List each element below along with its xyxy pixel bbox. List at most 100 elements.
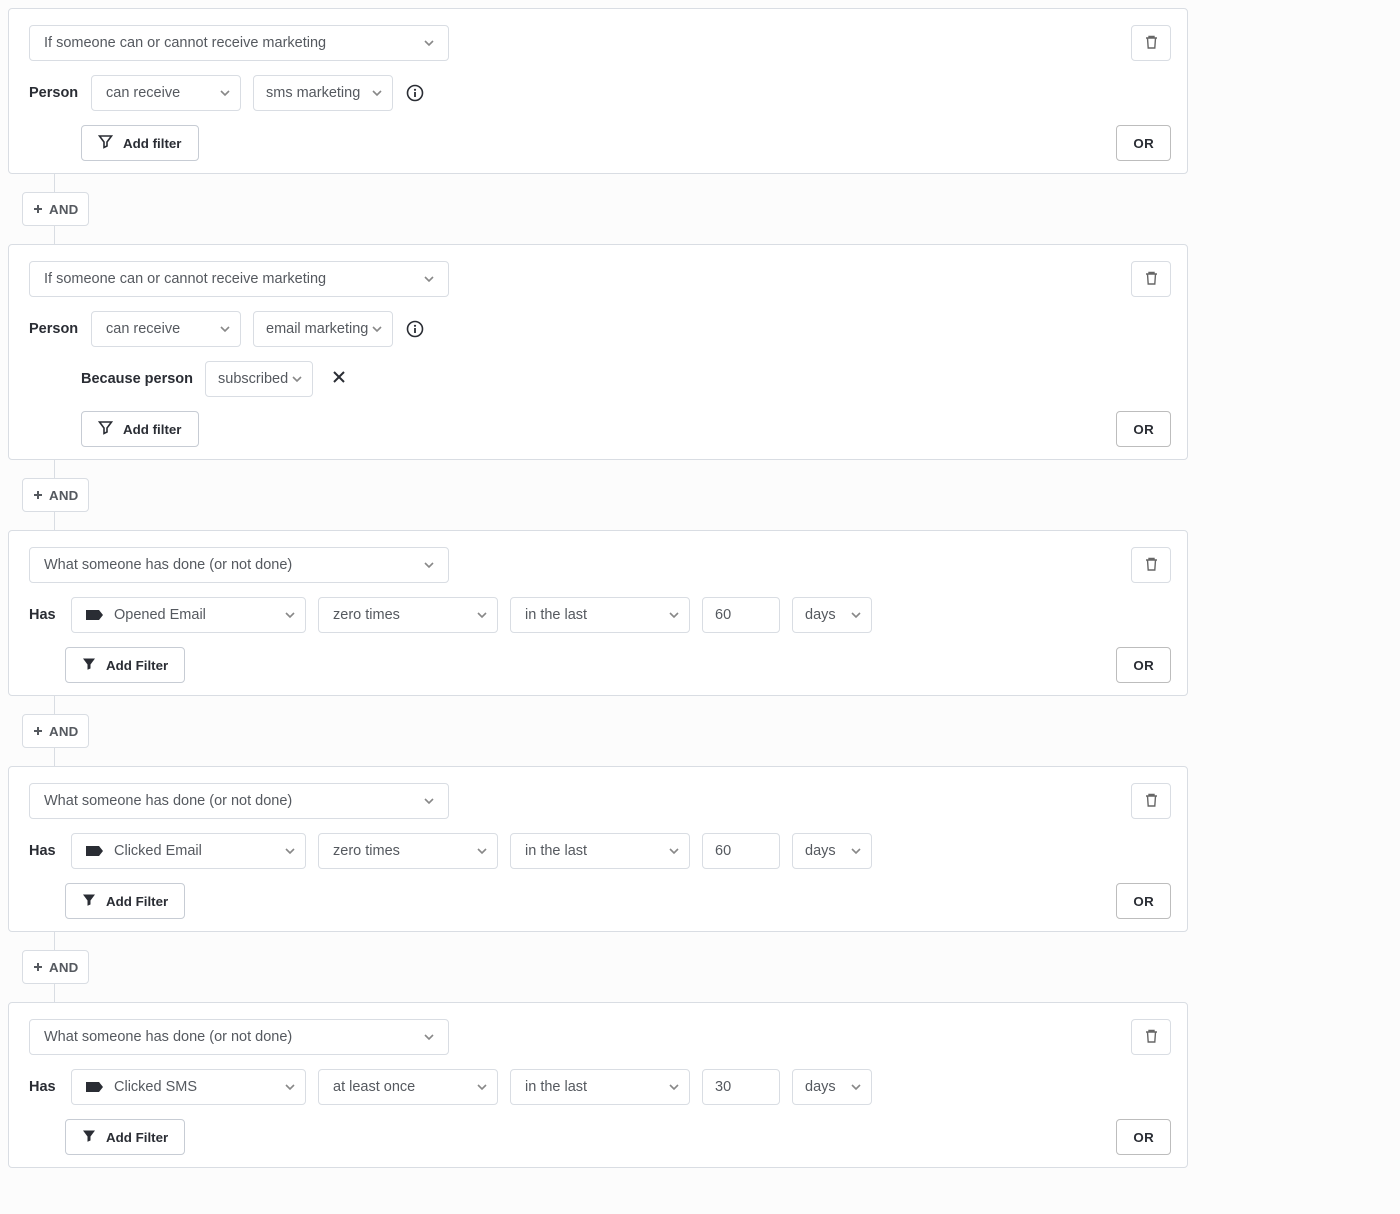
add-filter-button[interactable]: Add Filter [65,647,185,683]
chevron-down-icon [372,324,382,334]
or-button[interactable]: OR [1116,883,1171,919]
metric-select[interactable]: Clicked Email [71,833,306,869]
range-value: in the last [525,607,587,623]
because-select[interactable]: subscribed [205,361,313,397]
count-value: at least once [333,1079,415,1095]
funnel-solid-icon [82,657,96,674]
trash-icon [1144,792,1159,811]
amount-input[interactable] [702,597,780,633]
add-filter-label: Add Filter [106,1130,168,1145]
and-connector: AND [36,174,1188,244]
chevron-down-icon [851,1082,861,1092]
delete-button[interactable] [1131,261,1171,297]
chevron-down-icon [424,38,434,48]
add-filter-button[interactable]: Add Filter [65,883,185,919]
condition-type-label: If someone can or cannot receive marketi… [44,35,326,51]
condition-type-select[interactable]: What someone has done (or not done) [29,547,449,583]
unit-select[interactable]: days [792,833,872,869]
range-select[interactable]: in the last [510,597,690,633]
and-button[interactable]: AND [22,714,89,748]
chevron-down-icon [285,846,295,856]
condition-group: If someone can or cannot receive marketi… [8,8,1188,174]
range-select[interactable]: in the last [510,833,690,869]
unit-select[interactable]: days [792,1069,872,1105]
metric-select[interactable]: Clicked SMS [71,1069,306,1105]
range-select[interactable]: in the last [510,1069,690,1105]
chevron-down-icon [220,324,230,334]
metric-select[interactable]: Opened Email [71,597,306,633]
because-label: Because person [81,371,193,387]
condition-group: What someone has done (or not done) Has … [8,530,1188,696]
chevron-down-icon [669,846,679,856]
and-connector: AND [36,932,1188,1002]
funnel-solid-icon [82,893,96,910]
condition-type-select[interactable]: What someone has done (or not done) [29,1019,449,1055]
remove-because-button[interactable] [325,365,353,393]
condition-group: What someone has done (or not done) Has … [8,1002,1188,1168]
delete-button[interactable] [1131,1019,1171,1055]
amount-input[interactable] [702,1069,780,1105]
add-filter-label: Add Filter [106,658,168,673]
add-filter-button[interactable]: Add Filter [65,1119,185,1155]
chevron-down-icon [424,560,434,570]
metric-value: Clicked SMS [114,1079,197,1095]
condition-group: If someone can or cannot receive marketi… [8,244,1188,460]
verb-select[interactable]: can receive [91,311,241,347]
plus-icon [33,202,43,217]
count-select[interactable]: at least once [318,1069,498,1105]
add-filter-button[interactable]: Add filter [81,125,199,161]
condition-type-label: What someone has done (or not done) [44,1029,292,1045]
verb-select[interactable]: can receive [91,75,241,111]
condition-type-label: If someone can or cannot receive marketi… [44,271,326,287]
count-select[interactable]: zero times [318,833,498,869]
and-button[interactable]: AND [22,192,89,226]
add-filter-label: Add filter [123,136,182,151]
info-icon[interactable] [405,319,425,339]
subject-label: Person [29,85,79,101]
chevron-down-icon [477,846,487,856]
and-connector: AND [36,460,1188,530]
delete-button[interactable] [1131,783,1171,819]
close-icon [332,370,346,388]
subject-label: Person [29,321,79,337]
and-button[interactable]: AND [22,950,89,984]
add-filter-label: Add filter [123,422,182,437]
chevron-down-icon [477,1082,487,1092]
chevron-down-icon [851,846,861,856]
count-select[interactable]: zero times [318,597,498,633]
amount-input[interactable] [702,833,780,869]
count-value: zero times [333,607,400,623]
and-button[interactable]: AND [22,478,89,512]
info-icon[interactable] [405,83,425,103]
delete-button[interactable] [1131,25,1171,61]
channel-value: sms marketing [266,85,360,101]
or-button[interactable]: OR [1116,125,1171,161]
channel-select[interactable]: email marketing [253,311,393,347]
chevron-down-icon [477,610,487,620]
condition-type-select[interactable]: If someone can or cannot receive marketi… [29,261,449,297]
or-button[interactable]: OR [1116,411,1171,447]
add-filter-label: Add Filter [106,894,168,909]
because-value: subscribed [218,371,288,387]
condition-type-select[interactable]: What someone has done (or not done) [29,783,449,819]
channel-select[interactable]: sms marketing [253,75,393,111]
chevron-down-icon [372,88,382,98]
subject-label: Has [29,607,59,623]
subject-label: Has [29,1079,59,1095]
range-value: in the last [525,1079,587,1095]
unit-value: days [805,607,836,623]
unit-value: days [805,843,836,859]
add-filter-button[interactable]: Add filter [81,411,199,447]
trash-icon [1144,556,1159,575]
plus-icon [33,724,43,739]
trash-icon [1144,270,1159,289]
condition-group: What someone has done (or not done) Has … [8,766,1188,932]
delete-button[interactable] [1131,547,1171,583]
chevron-down-icon [424,274,434,284]
or-button[interactable]: OR [1116,647,1171,683]
or-button[interactable]: OR [1116,1119,1171,1155]
chevron-down-icon [669,1082,679,1092]
verb-value: can receive [106,321,180,337]
condition-type-select[interactable]: If someone can or cannot receive marketi… [29,25,449,61]
unit-select[interactable]: days [792,597,872,633]
